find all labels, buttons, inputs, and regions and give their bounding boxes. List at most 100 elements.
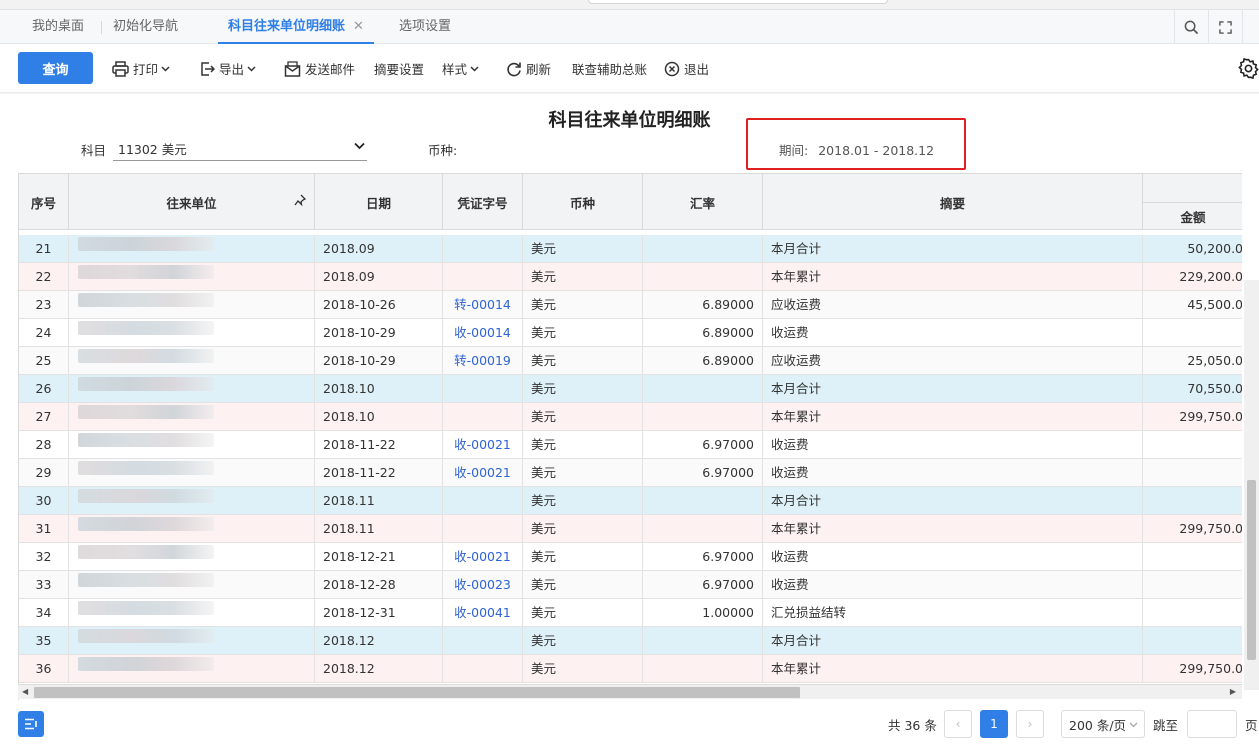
cell-summary: 收运费 xyxy=(763,571,1143,599)
horizontal-scrollbar[interactable]: ◀ ▶ xyxy=(18,684,1242,699)
cell-voucher[interactable]: 转-00014 xyxy=(443,291,523,319)
page-1-button[interactable]: 1 xyxy=(980,710,1008,738)
chevron-down-icon xyxy=(161,65,170,72)
col-header-currency[interactable]: 币种 xyxy=(523,174,643,230)
cell-voucher[interactable]: 收-00014 xyxy=(443,319,523,347)
exit-button[interactable]: 退出 xyxy=(664,44,709,93)
print-button[interactable]: 打印 xyxy=(112,44,174,93)
cell-currency: 美元 xyxy=(523,319,643,347)
cell-rate: 6.89000 xyxy=(643,319,763,347)
gear-icon[interactable] xyxy=(1238,44,1259,93)
cell-seq: 36 xyxy=(19,655,69,683)
cell-seq: 25 xyxy=(19,347,69,375)
col-header-unit[interactable]: 往来单位 xyxy=(69,174,315,230)
cell-date: 2018.11 xyxy=(315,515,443,543)
cell-amount: 229,200.0 xyxy=(1179,269,1242,284)
cell-summary: 汇兑损益结转 xyxy=(763,599,1143,627)
report-title: 科目往来单位明细账 xyxy=(548,110,711,131)
summary-settings-button[interactable]: 摘要设置 xyxy=(374,44,424,93)
redacted-unit-name xyxy=(78,601,214,615)
cell-amount xyxy=(1143,627,1242,655)
redacted-unit-name xyxy=(78,265,214,279)
cell-date: 2018-12-21 xyxy=(315,543,443,571)
redacted-unit-name xyxy=(78,433,214,447)
redacted-unit-name xyxy=(78,349,214,363)
cell-voucher[interactable]: 收-00021 xyxy=(443,431,523,459)
currency-label: 币种: xyxy=(428,143,458,158)
cell-amount: 50,200.0 xyxy=(1187,241,1242,256)
redacted-unit-name xyxy=(78,461,214,475)
cell-voucher[interactable]: 转-00019 xyxy=(443,347,523,375)
cell-voucher[interactable]: 收-00041 xyxy=(443,599,523,627)
subject-value: 11302 美元 xyxy=(118,141,187,157)
cell-rate xyxy=(643,655,763,683)
linked-ledger-button[interactable]: 联查辅助总账 xyxy=(572,44,647,93)
scroll-right-icon[interactable]: ▶ xyxy=(1230,687,1236,696)
cell-amount: 45,500.0 xyxy=(1187,297,1242,312)
exit-icon xyxy=(664,61,680,76)
refresh-button[interactable]: 刷新 xyxy=(506,44,551,93)
tab-close-icon[interactable]: ✕ xyxy=(353,19,364,34)
style-button[interactable]: 样式 xyxy=(442,44,483,93)
cell-rate: 6.97000 xyxy=(643,543,763,571)
scroll-left-icon[interactable]: ◀ xyxy=(22,687,28,696)
redacted-unit-name xyxy=(78,489,214,503)
cell-voucher xyxy=(443,403,523,431)
jump-page-input[interactable] xyxy=(1187,710,1237,738)
tab-label: 我的桌面 xyxy=(32,19,85,34)
send-mail-button[interactable]: 发送邮件 xyxy=(284,44,355,93)
tab-options[interactable]: 选项设置 xyxy=(399,10,451,44)
subject-select[interactable]: 11302 美元 xyxy=(113,136,367,161)
cell-seq: 22 xyxy=(19,263,69,291)
cell-rate: 6.97000 xyxy=(643,431,763,459)
subject-label: 科目 xyxy=(81,143,107,158)
tab-desktop[interactable]: 我的桌面 xyxy=(32,10,84,44)
redacted-unit-column xyxy=(78,230,218,755)
cell-currency: 美元 xyxy=(523,375,643,403)
cell-amount xyxy=(1143,319,1242,347)
cell-amount xyxy=(1143,571,1242,599)
tab-account-detail[interactable]: 科目往来单位明细账 ✕ xyxy=(218,10,374,44)
cell-voucher[interactable]: 收-00023 xyxy=(443,571,523,599)
cell-amount: 299,750.0 xyxy=(1179,661,1242,676)
query-button[interactable]: 查询 xyxy=(18,52,93,84)
cell-date: 2018.09 xyxy=(315,263,443,291)
cell-summary: 本月合计 xyxy=(763,487,1143,515)
cell-summary: 应收运费 xyxy=(763,347,1143,375)
pin-icon[interactable] xyxy=(294,194,306,206)
fullscreen-icon[interactable] xyxy=(1208,10,1242,44)
prev-page-button[interactable]: ‹ xyxy=(944,710,972,738)
cell-rate xyxy=(643,515,763,543)
col-header-voucher[interactable]: 凭证字号 xyxy=(443,174,523,230)
vertical-scrollbar[interactable] xyxy=(1244,280,1259,690)
address-bar[interactable] xyxy=(588,0,888,4)
cell-date: 2018-11-22 xyxy=(315,459,443,487)
col-header-rate[interactable]: 汇率 xyxy=(643,174,763,230)
search-icon[interactable] xyxy=(1174,10,1208,44)
cell-date: 2018-10-29 xyxy=(315,347,443,375)
cell-summary: 本月合计 xyxy=(763,235,1143,263)
vertical-scroll-thumb[interactable] xyxy=(1247,480,1256,660)
next-page-button[interactable]: › xyxy=(1016,710,1044,738)
linked-ledger-label: 联查辅助总账 xyxy=(572,62,648,77)
cell-summary: 收运费 xyxy=(763,543,1143,571)
col-header-date[interactable]: 日期 xyxy=(315,174,443,230)
cell-voucher[interactable]: 收-00021 xyxy=(443,459,523,487)
cell-voucher[interactable]: 收-00021 xyxy=(443,543,523,571)
cell-amount: 299,750.0 xyxy=(1179,521,1242,536)
page-size-select[interactable]: 200 条/页 xyxy=(1061,710,1145,738)
redacted-unit-name xyxy=(78,405,214,419)
cell-seq: 32 xyxy=(19,543,69,571)
cell-seq: 24 xyxy=(19,319,69,347)
list-menu-icon[interactable] xyxy=(18,711,44,737)
report-area: 科目往来单位明细账 科目 11302 美元 币种: 期间: 2018.01 - 2… xyxy=(0,94,1259,755)
cell-seq: 33 xyxy=(19,571,69,599)
horizontal-scroll-thumb[interactable] xyxy=(34,687,800,698)
cell-voucher xyxy=(443,487,523,515)
col-header-summary[interactable]: 摘要 xyxy=(763,174,1143,230)
cell-amount xyxy=(1143,459,1242,487)
col-header-seq[interactable]: 序号 xyxy=(19,174,69,230)
tab-init-nav[interactable]: 初始化导航 xyxy=(113,10,178,44)
col-header-amount[interactable]: 金额 xyxy=(1143,202,1242,230)
export-button[interactable]: 导出 xyxy=(199,44,260,93)
